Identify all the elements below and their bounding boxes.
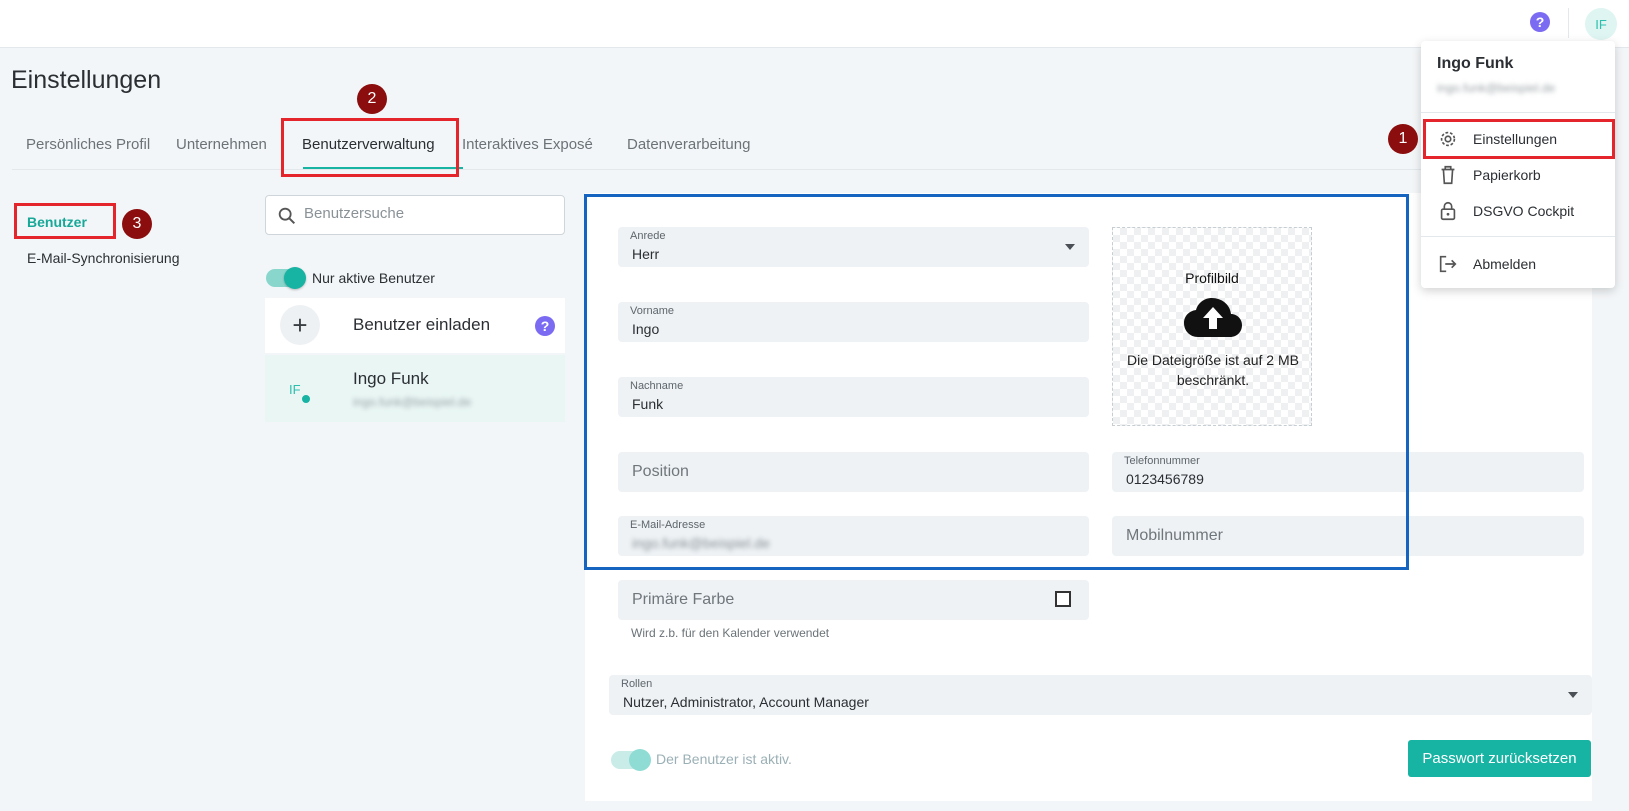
menu-item-label: DSGVO Cockpit: [1473, 203, 1575, 219]
trash-icon: [1441, 165, 1455, 185]
primary-color-hint: Wird z.b. für den Kalender verwendet: [631, 626, 830, 640]
help-icon[interactable]: ?: [1530, 12, 1550, 32]
primary-color-placeholder: Primäre Farbe: [632, 591, 735, 608]
menu-item-logout[interactable]: Abmelden: [1421, 247, 1615, 281]
color-checkbox[interactable]: [1055, 591, 1071, 607]
settings-tabs: Persönliches Profil Unternehmen Benutzer…: [12, 124, 1542, 170]
status-dot-icon: [300, 393, 312, 405]
user-avatar-button[interactable]: IF: [1585, 8, 1617, 40]
search-icon: [278, 207, 296, 225]
annotation-badge-1: 1: [1388, 124, 1418, 154]
logout-icon: [1439, 255, 1457, 273]
roles-value: Nutzer, Administrator, Account Manager: [623, 694, 869, 710]
user-menu: Ingo Funk ingo.funk@beispiel.de Einstell…: [1421, 41, 1615, 288]
user-search: [265, 195, 565, 235]
menu-divider: [1421, 236, 1615, 237]
search-input[interactable]: [304, 205, 554, 222]
user-email: ingo.funk@beispiel.de: [353, 395, 472, 409]
annotation-badge-3: 3: [122, 209, 152, 239]
roles-select[interactable]: Rollen Nutzer, Administrator, Account Ma…: [609, 675, 1592, 715]
tab-interactive-expose[interactable]: Interaktives Exposé: [462, 136, 593, 153]
only-active-users-label: Nur aktive Benutzer: [312, 270, 435, 286]
menu-item-trash[interactable]: Papierkorb: [1421, 158, 1615, 192]
tab-data-processing[interactable]: Datenverarbeitung: [627, 136, 750, 153]
menu-item-label: Papierkorb: [1473, 167, 1541, 183]
user-menu-email: ingo.funk@beispiel.de: [1437, 81, 1556, 95]
annotation-badge-2: 2: [357, 84, 387, 114]
avatar: IF: [289, 382, 301, 397]
chevron-down-icon: [1568, 692, 1578, 698]
highlight-menu-settings: [1423, 119, 1615, 159]
reset-password-button[interactable]: Passwort zurücksetzen: [1408, 740, 1591, 777]
only-active-users-toggle[interactable]: [266, 267, 306, 289]
highlight-sidebar-users: [14, 203, 116, 239]
sidebar-item-email-sync[interactable]: E-Mail-Synchronisierung: [27, 250, 180, 266]
invite-help-icon[interactable]: ?: [535, 316, 555, 336]
invite-user-row[interactable]: + Benutzer einladen ?: [265, 298, 565, 353]
highlight-tab-user-management: [281, 118, 459, 177]
menu-item-gdpr-cockpit[interactable]: DSGVO Cockpit: [1421, 194, 1615, 228]
list-item[interactable]: IF Ingo Funk ingo.funk@beispiel.de: [265, 355, 565, 422]
menu-divider: [1421, 112, 1615, 113]
page-title: Einstellungen: [11, 66, 162, 94]
top-bar: ? IF: [0, 0, 1629, 48]
user-active-toggle[interactable]: [611, 749, 651, 771]
highlight-form-section: [584, 194, 1409, 570]
primary-color-field[interactable]: Primäre Farbe: [618, 580, 1089, 620]
tab-company[interactable]: Unternehmen: [176, 136, 267, 153]
tab-personal-profile[interactable]: Persönliches Profil: [26, 136, 150, 153]
user-active-label: Der Benutzer ist aktiv.: [656, 751, 792, 767]
plus-icon[interactable]: +: [280, 305, 320, 345]
invite-user-label: Benutzer einladen: [353, 315, 491, 334]
user-name: Ingo Funk: [353, 369, 429, 388]
lock-icon: [1440, 201, 1456, 221]
menu-item-label: Abmelden: [1473, 256, 1537, 272]
top-divider: [1568, 8, 1569, 38]
roles-label: Rollen: [621, 678, 653, 690]
user-menu-name: Ingo Funk: [1437, 55, 1514, 72]
